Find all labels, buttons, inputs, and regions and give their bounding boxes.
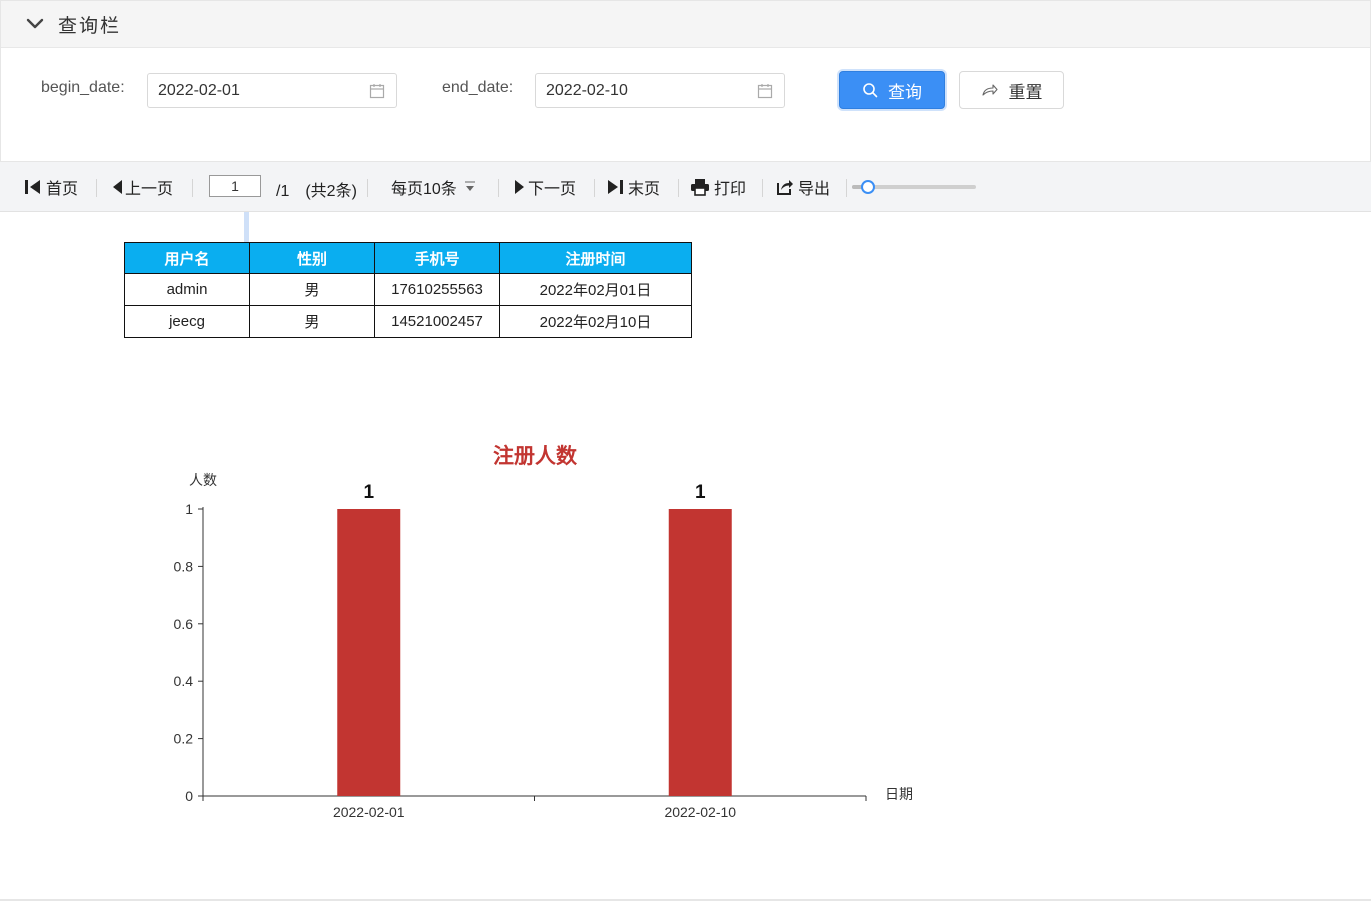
reset-button[interactable]: 重置 <box>959 71 1064 109</box>
print-button[interactable]: 打印 <box>690 176 746 198</box>
end-date-value: 2022-02-10 <box>546 82 628 99</box>
y-tick-label: 0 <box>185 788 193 804</box>
export-icon <box>777 180 793 195</box>
share-forward-icon <box>981 84 998 96</box>
table-row: admin 男 17610255563 2022年02月01日 <box>124 273 692 306</box>
toolbar-divider <box>192 179 193 197</box>
query-panel: 查询栏 begin_date: 2022-02-01 end_date: 202… <box>0 0 1371 162</box>
y-axis-label: 人数 <box>189 472 217 488</box>
last-page-button[interactable]: 末页 <box>606 176 660 198</box>
query-panel-title: 查询栏 <box>58 16 122 37</box>
query-button-label: 查询 <box>888 82 922 102</box>
next-page-label: 下一页 <box>528 181 577 198</box>
begin-date-input[interactable]: 2022-02-01 <box>147 73 397 108</box>
table-header-cell: 性别 <box>249 242 375 274</box>
table-cell: 2022年02月01日 <box>499 273 692 306</box>
caret-down-icon <box>464 181 475 191</box>
caret-right-icon <box>515 180 524 194</box>
chart-marks: 0 0.2 0.4 0.6 0.8 1 1 2022-02-01 1 2022-02-10 <box>174 482 867 820</box>
x-axis-label: 日期 <box>885 786 913 802</box>
toolbar-divider <box>498 179 499 197</box>
page-total-text: /1 (共2条) <box>276 183 357 200</box>
prev-page-label: 上一页 <box>125 181 174 198</box>
table-header-cell: 注册时间 <box>499 242 692 274</box>
chart-bar <box>337 509 401 796</box>
query-panel-header[interactable]: 查询栏 <box>1 1 1370 48</box>
toolbar-divider <box>96 179 97 197</box>
y-tick-label: 1 <box>185 501 193 517</box>
x-tick-label: 2022-02-01 <box>333 804 405 820</box>
reset-button-label: 重置 <box>1008 82 1043 102</box>
table-cell: admin <box>124 273 250 306</box>
user-table: 用户名 性别 手机号 注册时间 admin 男 17610255563 2022… <box>124 242 692 338</box>
last-page-label: 末页 <box>628 181 661 198</box>
export-button[interactable]: 导出 <box>776 176 830 198</box>
begin-date-label: begin_date: <box>41 79 125 96</box>
column-resize-marker <box>244 212 249 242</box>
table-header-cell: 手机号 <box>374 242 500 274</box>
table-cell: 17610255563 <box>374 273 500 306</box>
report-toolbar: 首页 上一页 下一页 末页 打印 导出 <box>0 162 1371 212</box>
begin-date-value: 2022-02-01 <box>158 82 240 99</box>
first-page-button[interactable]: 首页 <box>24 176 78 198</box>
toolbar-divider <box>846 179 847 197</box>
registration-bar-chart: 注册人数 人数 日期 0 0.2 0.4 0.6 0.8 1 1 2022-02-01 1 202… <box>174 444 913 820</box>
table-cell: 男 <box>249 305 375 338</box>
y-tick-label: 0.4 <box>174 673 194 689</box>
caret-left-icon <box>113 180 122 194</box>
y-tick-label: 0.6 <box>174 616 194 632</box>
query-button[interactable]: 查询 <box>839 71 945 109</box>
table-cell: 2022年02月10日 <box>499 305 692 338</box>
printer-icon <box>691 179 709 196</box>
first-page-label: 首页 <box>46 181 79 198</box>
calendar-icon[interactable] <box>369 83 385 99</box>
first-page-icon <box>25 180 40 194</box>
toolbar-divider <box>367 179 368 197</box>
toolbar-divider <box>594 179 595 197</box>
y-tick-label: 0.2 <box>174 731 194 747</box>
bar-data-label: 1 <box>363 482 374 503</box>
page-size-select[interactable]: 每页10条 <box>391 175 477 199</box>
export-label: 导出 <box>798 181 831 198</box>
print-label: 打印 <box>714 181 747 198</box>
y-tick-label: 0.8 <box>174 558 194 574</box>
toolbar-divider <box>678 179 679 197</box>
table-header-row: 用户名 性别 手机号 注册时间 <box>124 242 692 274</box>
end-date-input[interactable]: 2022-02-10 <box>535 73 785 108</box>
table-cell: 男 <box>249 273 375 306</box>
page-size-label: 每页10条 <box>391 181 457 198</box>
prev-page-button[interactable]: 上一页 <box>111 176 173 198</box>
table-header-cell: 用户名 <box>124 242 250 274</box>
search-icon <box>863 83 878 98</box>
table-row: jeecg 男 14521002457 2022年02月10日 <box>124 305 692 338</box>
x-tick-label: 2022-02-10 <box>664 804 736 820</box>
chart-bar <box>668 509 732 796</box>
table-cell: 14521002457 <box>374 305 500 338</box>
next-page-button[interactable]: 下一页 <box>514 176 576 198</box>
chart-title: 注册人数 <box>493 444 578 468</box>
page-number-input[interactable]: 1 <box>209 175 261 197</box>
table-cell: jeecg <box>124 305 250 338</box>
toolbar-divider <box>762 179 763 197</box>
bar-data-label: 1 <box>695 482 706 503</box>
last-page-icon <box>608 180 623 194</box>
calendar-icon[interactable] <box>757 83 773 99</box>
chevron-down-icon[interactable] <box>25 14 45 34</box>
end-date-label: end_date: <box>442 79 514 96</box>
